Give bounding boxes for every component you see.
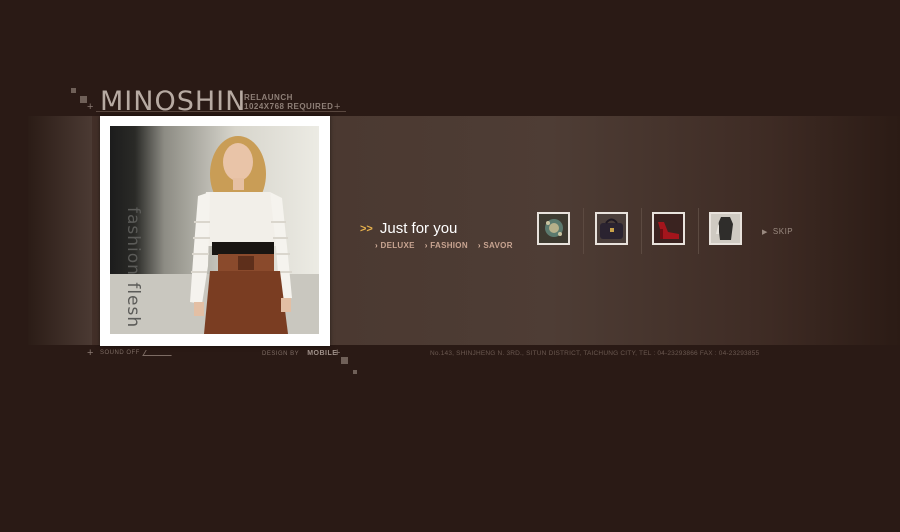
relaunch-note: RELAUNCH 1024X768 REQUIRED xyxy=(244,93,333,111)
skip-label: SKIP xyxy=(772,227,794,236)
play-arrow-icon: ▶ xyxy=(762,229,768,236)
red-shoe-icon xyxy=(654,214,683,243)
deco-square xyxy=(71,88,76,93)
thumbnail-divider xyxy=(583,208,584,254)
handbag-icon xyxy=(597,214,626,243)
subnav-link-fashion[interactable]: FASHION xyxy=(425,241,468,250)
deco-plus-icon: + xyxy=(87,347,94,359)
design-credit: DESIGN BY MOBILE xyxy=(262,350,337,357)
thumbnail-red-shoe[interactable] xyxy=(652,212,685,245)
sound-label: SOUND OFF xyxy=(100,350,140,356)
deco-square xyxy=(353,370,357,374)
skip-button[interactable]: ▶ SKIP xyxy=(762,227,793,236)
promo-title[interactable]: Just for you xyxy=(380,220,458,237)
resolution-label: 1024X768 REQUIRED xyxy=(244,102,334,111)
thumbnail-divider xyxy=(641,208,642,254)
deco-plus-icon: + xyxy=(87,101,94,113)
feature-photo: fashion flesh xyxy=(110,126,319,334)
double-chevron-icon: >> xyxy=(360,222,373,235)
dark-dress-icon xyxy=(711,214,740,243)
design-label: DESIGN BY xyxy=(262,351,300,357)
thumbnail-divider xyxy=(698,208,699,254)
thumbnail-dark-dress[interactable] xyxy=(709,212,742,245)
design-studio-link[interactable]: MOBILE xyxy=(307,350,337,357)
sound-wave-icon xyxy=(142,350,175,356)
thumbnail-brooch[interactable] xyxy=(537,212,570,245)
promo-subnav: DELUXE FASHION SAVOR xyxy=(375,241,513,250)
feature-photo-frame: fashion flesh xyxy=(100,116,330,346)
sound-toggle[interactable]: SOUND OFF xyxy=(100,350,175,356)
subnav-link-deluxe[interactable]: DELUXE xyxy=(375,241,415,250)
thumbnail-strip xyxy=(537,208,797,254)
subnav-link-savor[interactable]: SAVOR xyxy=(478,241,513,250)
relaunch-label: RELAUNCH xyxy=(244,93,293,102)
deco-square xyxy=(80,96,87,103)
brooch-icon xyxy=(539,214,568,243)
band-left-shade xyxy=(28,116,92,345)
fashion-flesh-caption: fashion flesh xyxy=(123,207,143,329)
thumbnail-handbag[interactable] xyxy=(595,212,628,245)
deco-square xyxy=(341,357,348,364)
promo-heading: >> Just for you xyxy=(360,220,457,237)
footer-address: No.143, SHINJHENG N. 3RD., SITUN DISTRIC… xyxy=(430,350,760,357)
brand-logo[interactable]: MINOSHIN xyxy=(100,86,246,117)
